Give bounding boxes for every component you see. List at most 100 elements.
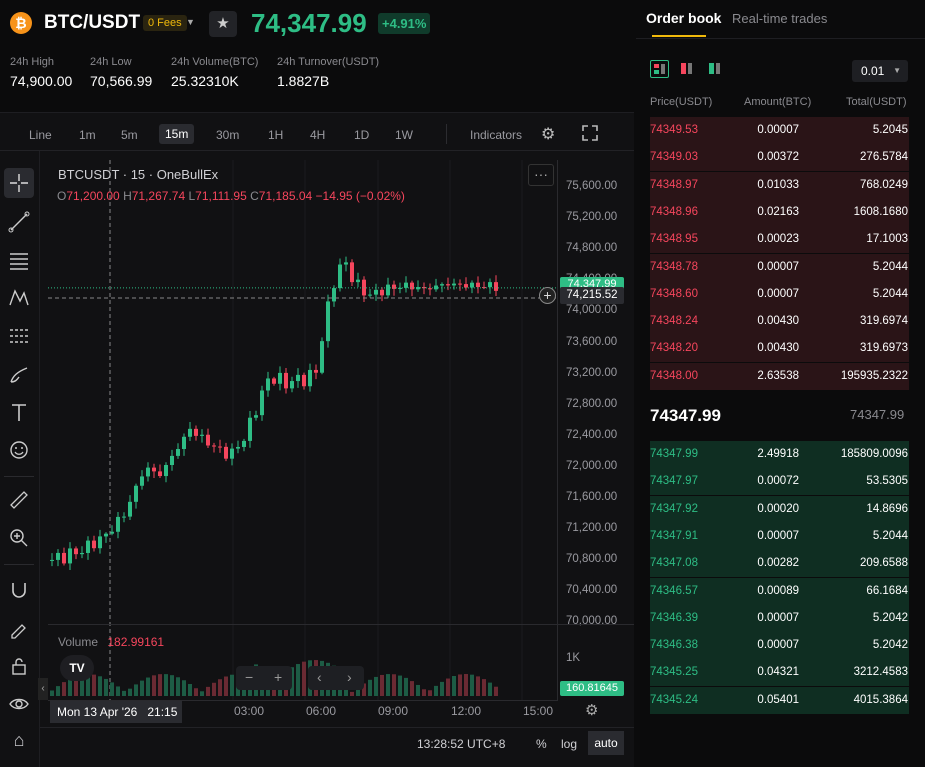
interval-line[interactable]: Line <box>29 128 52 142</box>
pane-divider <box>48 624 558 625</box>
interval-1w[interactable]: 1W <box>395 128 413 142</box>
scroll-right-icon[interactable]: › <box>347 666 352 688</box>
settings-gear-icon[interactable]: ⚙ <box>541 124 555 144</box>
zoom-tool-icon[interactable] <box>4 523 34 553</box>
row-price: 74348.78 <box>650 260 698 273</box>
horizontal-lines-tool-icon[interactable] <box>4 245 34 275</box>
volume-bar <box>68 678 72 696</box>
candle-body <box>86 540 90 553</box>
favorite-star-button[interactable]: ★ <box>209 11 237 37</box>
row-total: 5.2044 <box>872 287 908 300</box>
interval-1h[interactable]: 1H <box>268 128 283 142</box>
bid-row[interactable]: 74346.38 0.00007 5.2042 <box>650 632 909 660</box>
tradingview-logo[interactable]: TV <box>60 655 94 681</box>
candle-body <box>272 378 276 384</box>
candle-body <box>440 284 444 286</box>
emoji-tool-icon[interactable] <box>4 435 34 465</box>
toolbar-divider <box>4 564 34 565</box>
row-total: 4015.3864 <box>853 693 908 706</box>
ruler-tool-icon[interactable] <box>4 485 34 515</box>
row-total: 185809.0096 <box>840 448 908 460</box>
candle-body <box>230 448 234 459</box>
bitcoin-icon: ₿ <box>10 12 32 34</box>
interval-5m[interactable]: 5m <box>121 128 138 142</box>
log-scale-toggle[interactable]: log <box>561 737 577 751</box>
volume-bar <box>56 686 60 696</box>
visibility-eye-icon[interactable] <box>4 689 34 719</box>
ask-row[interactable]: 74348.60 0.00007 5.2044 <box>650 280 909 308</box>
caret-down-icon[interactable]: ▼ <box>186 17 195 27</box>
interval-15m[interactable]: 15m <box>159 124 195 144</box>
ohlc-low: 71,111.95 <box>195 189 247 203</box>
row-price: 74346.57 <box>650 584 698 597</box>
lock-drawing-icon[interactable] <box>4 613 34 643</box>
candlestick-chart[interactable] <box>48 160 558 700</box>
fib-tool-icon[interactable] <box>4 321 34 351</box>
ask-row[interactable]: 74349.53 0.00007 5.2045 <box>650 117 909 144</box>
zoom-in-icon[interactable]: + <box>274 666 282 688</box>
bid-row[interactable]: 74345.24 0.05401 4015.3864 <box>650 686 909 714</box>
interval-1m[interactable]: 1m <box>79 128 96 142</box>
precision-select[interactable]: 0.01 ▼ <box>852 60 908 82</box>
fees-badge[interactable]: 0 Fees <box>143 15 187 31</box>
candle-body <box>212 445 216 447</box>
volume-bar <box>140 680 144 696</box>
bid-row[interactable]: 74346.39 0.00007 5.2042 <box>650 604 909 632</box>
magnet-tool-icon[interactable] <box>4 575 34 605</box>
ask-row[interactable]: 74348.97 0.01033 768.0249 <box>650 171 909 199</box>
bid-row[interactable]: 74347.97 0.00072 53.5305 <box>650 468 909 496</box>
collapse-toolbar-icon[interactable]: ‹ <box>38 678 48 700</box>
chart-settings-icon[interactable]: ⚙ <box>585 701 598 719</box>
tab-order-book[interactable]: Order book <box>646 10 721 26</box>
trash-icon[interactable]: ⌂ <box>4 731 34 753</box>
bid-row[interactable]: 74346.57 0.00089 66.1684 <box>650 577 909 605</box>
ask-row[interactable]: 74348.96 0.02163 1608.1680 <box>650 198 909 226</box>
pair-selector[interactable]: BTC/USDT <box>44 12 140 34</box>
brush-tool-icon[interactable] <box>4 359 34 389</box>
bid-row[interactable]: 74347.99 2.49918 185809.0096 <box>650 441 909 468</box>
view-asks-icon[interactable] <box>680 61 696 77</box>
ask-row[interactable]: 74348.95 0.00023 17.1003 <box>650 226 909 254</box>
volume-bar <box>422 689 426 696</box>
trendline-tool-icon[interactable] <box>4 207 34 237</box>
bid-row[interactable]: 74347.91 0.00007 5.2044 <box>650 522 909 550</box>
row-amount: 0.00007 <box>757 639 799 652</box>
interval-4h[interactable]: 4H <box>310 128 325 142</box>
candle-body <box>464 284 468 288</box>
zoom-out-icon[interactable]: − <box>245 666 253 688</box>
ask-row[interactable]: 74348.24 0.00430 319.6974 <box>650 308 909 336</box>
volume-bar <box>98 676 102 696</box>
add-alert-plus-icon[interactable]: + <box>539 287 556 304</box>
auto-scale-toggle[interactable]: auto <box>588 731 624 755</box>
percent-scale-toggle[interactable]: % <box>536 737 547 751</box>
candle-body <box>254 415 258 418</box>
view-bids-icon[interactable] <box>708 61 724 77</box>
tab-real-time-trades[interactable]: Real-time trades <box>732 11 827 26</box>
indicators-button[interactable]: Indicators <box>470 128 522 142</box>
ask-row[interactable]: 74349.03 0.00372 276.5784 <box>650 144 909 172</box>
lock-icon[interactable] <box>4 651 34 681</box>
interval-30m[interactable]: 30m <box>216 128 239 142</box>
fullscreen-icon[interactable] <box>581 124 599 142</box>
candle-body <box>242 440 246 447</box>
view-both-icon[interactable] <box>650 60 669 78</box>
candle-body <box>494 282 498 291</box>
bid-row[interactable]: 74345.25 0.04321 3212.4583 <box>650 659 909 687</box>
star-icon: ★ <box>216 15 230 32</box>
bid-row[interactable]: 74347.92 0.00020 14.8696 <box>650 495 909 523</box>
text-tool-icon[interactable] <box>4 397 34 427</box>
scroll-left-icon[interactable]: ‹ <box>317 666 322 688</box>
pattern-tool-icon[interactable] <box>4 283 34 313</box>
clock[interactable]: 13:28:52 UTC+8 <box>417 737 505 751</box>
volume-bar <box>476 676 480 696</box>
crosshair-tool-icon[interactable] <box>4 168 34 198</box>
candle-body <box>296 374 300 382</box>
volume-bar <box>158 674 162 696</box>
ask-row[interactable]: 74348.00 2.63538 195935.2322 <box>650 362 909 390</box>
ask-row[interactable]: 74348.78 0.00007 5.2044 <box>650 253 909 281</box>
bid-row[interactable]: 74347.08 0.00282 209.6588 <box>650 550 909 578</box>
more-options-icon[interactable]: ··· <box>528 164 554 186</box>
interval-1d[interactable]: 1D <box>354 128 369 142</box>
active-tab-indicator <box>652 35 706 37</box>
ask-row[interactable]: 74348.20 0.00430 319.6973 <box>650 335 909 363</box>
